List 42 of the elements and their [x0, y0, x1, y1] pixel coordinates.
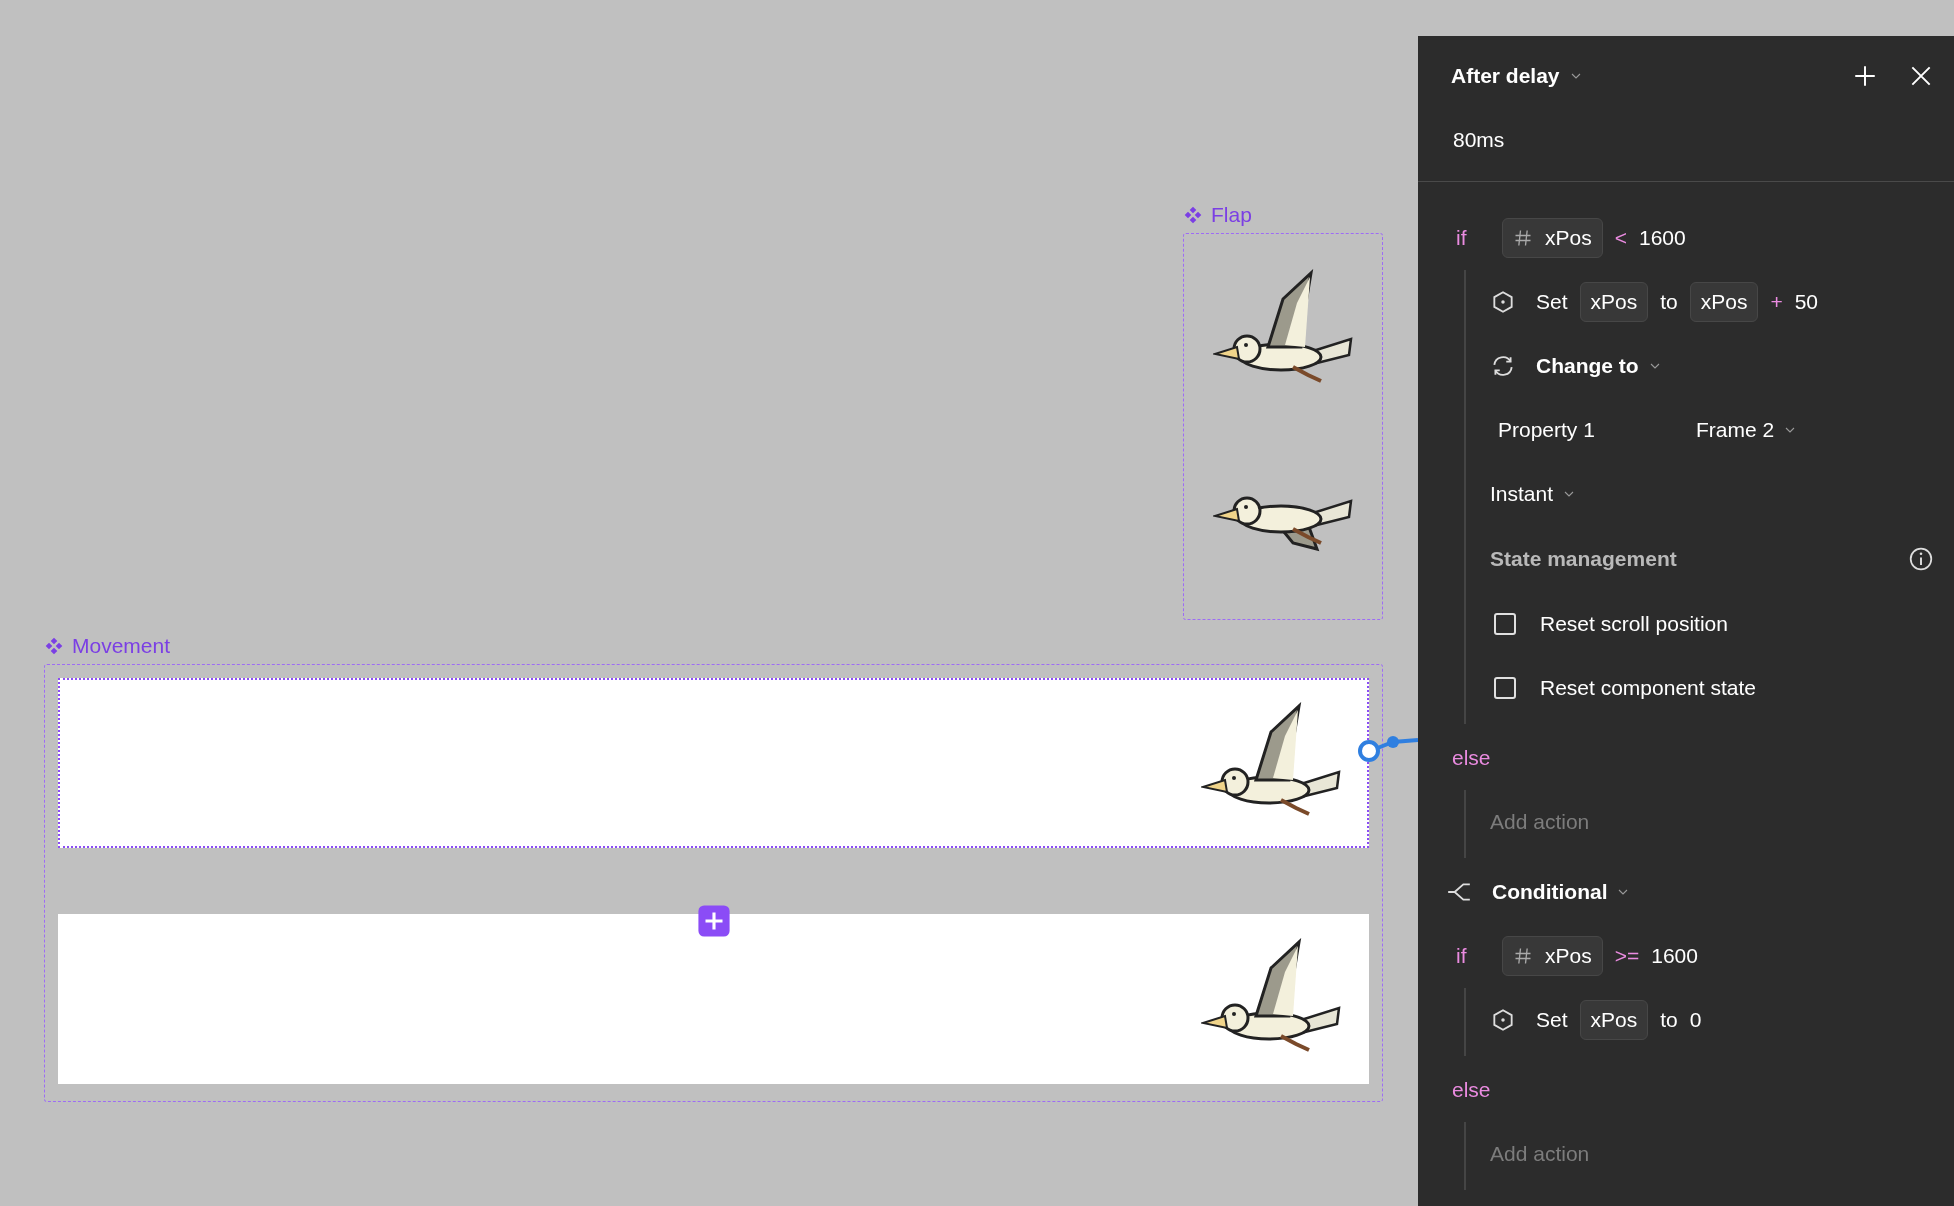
add-icon[interactable] — [1852, 63, 1878, 89]
to-label: to — [1660, 1008, 1678, 1032]
value-text[interactable]: 0 — [1689, 1008, 1702, 1032]
action-label: Set — [1536, 290, 1568, 314]
hash-icon — [1513, 228, 1533, 248]
operator: + — [1770, 290, 1783, 314]
operator: >= — [1614, 944, 1640, 968]
info-icon[interactable] — [1908, 546, 1934, 572]
variable-chip[interactable]: xPos — [1689, 282, 1759, 322]
action-dropdown[interactable]: Change to — [1536, 354, 1663, 378]
value-text[interactable]: 1600 — [1638, 226, 1686, 250]
transition-dropdown[interactable]: Instant — [1490, 482, 1578, 506]
variant-frame[interactable] — [58, 678, 1369, 848]
section-heading: State management — [1490, 547, 1677, 571]
component-frame[interactable] — [1183, 233, 1383, 620]
trigger-dropdown[interactable]: After delay — [1451, 64, 1584, 88]
property-name: Property 1 — [1498, 418, 1596, 442]
variable-chip[interactable]: xPos — [1579, 282, 1649, 322]
checkbox-label[interactable]: Reset component state — [1540, 676, 1756, 700]
property-value-dropdown[interactable]: Frame 2 — [1696, 418, 1799, 442]
operator: < — [1614, 226, 1627, 250]
hash-icon — [1513, 946, 1533, 966]
checkbox[interactable] — [1494, 613, 1516, 635]
checkbox-label[interactable]: Reset scroll position — [1540, 612, 1728, 636]
component-icon — [1183, 205, 1203, 225]
to-label: to — [1660, 290, 1678, 314]
checkbox[interactable] — [1494, 677, 1516, 699]
swap-icon — [1490, 353, 1516, 379]
delay-value[interactable]: 80ms — [1451, 128, 1505, 152]
variable-icon — [1490, 289, 1516, 315]
action-label: Set — [1536, 1008, 1568, 1032]
value-text[interactable]: 1600 — [1651, 944, 1698, 968]
value-text[interactable]: 50 — [1794, 290, 1819, 314]
if-keyword: if — [1455, 944, 1468, 968]
variable-chip[interactable]: xPos — [1502, 936, 1603, 976]
if-keyword: if — [1455, 226, 1468, 250]
component-icon — [44, 636, 64, 656]
variable-icon — [1490, 1007, 1516, 1033]
variable-chip[interactable]: xPos — [1579, 1000, 1649, 1040]
add-variant-button[interactable] — [697, 904, 731, 938]
variable-chip[interactable]: xPos — [1502, 218, 1603, 258]
action-dropdown[interactable]: Conditional — [1492, 880, 1632, 904]
